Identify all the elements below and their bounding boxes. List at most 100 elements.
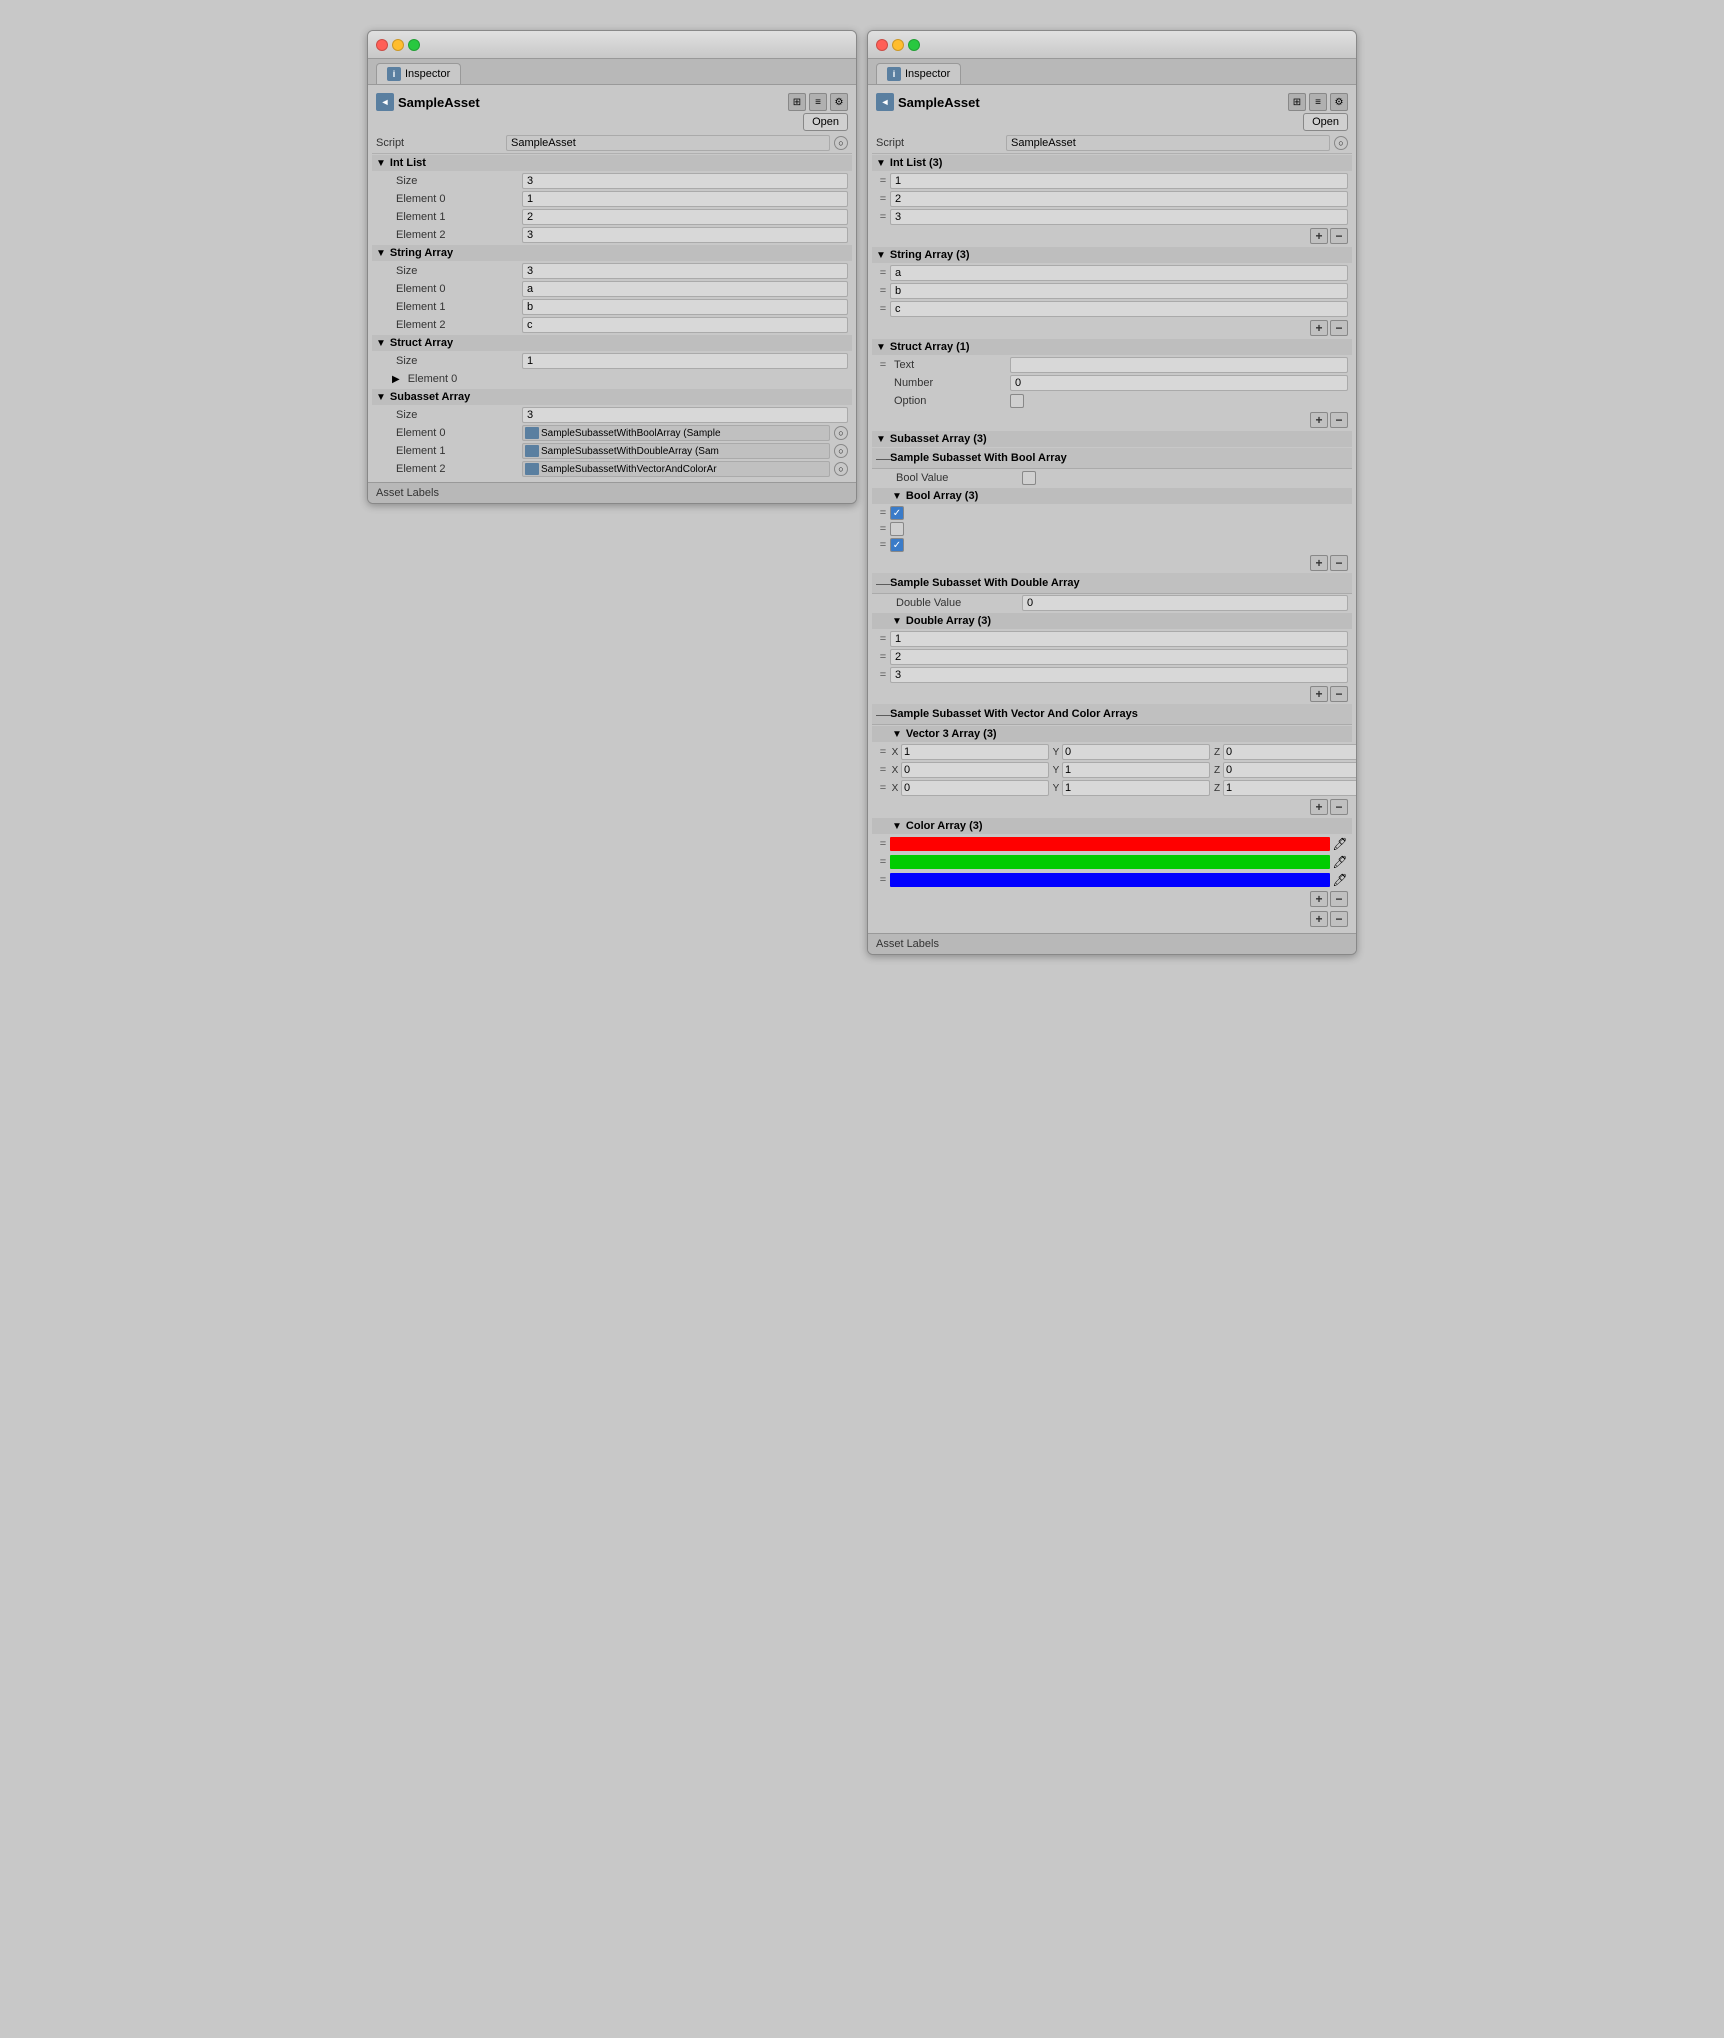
right-minimize-button[interactable] — [892, 39, 904, 51]
left-tab-label: Inspector — [405, 68, 450, 80]
right-bool-minus-btn[interactable]: − — [1330, 555, 1348, 571]
right-struct-text-value[interactable] — [1010, 357, 1348, 373]
right-color1-bar[interactable] — [890, 855, 1330, 869]
right-bool-elem0-checkbox[interactable]: ✓ — [890, 506, 904, 520]
right-double-elem2-value[interactable] — [890, 667, 1348, 683]
right-str-minus-btn[interactable]: − — [1330, 320, 1348, 336]
right-bool-elem1-checkbox[interactable] — [890, 522, 904, 536]
right-maximize-button[interactable] — [908, 39, 920, 51]
right-string-array-header[interactable]: ▼ String Array (3) — [872, 247, 1352, 263]
right-open-button[interactable]: Open — [1303, 113, 1348, 131]
left-maximize-button[interactable] — [408, 39, 420, 51]
right-str-elem0-value[interactable] — [890, 265, 1348, 281]
right-str-plus-btn[interactable]: + — [1310, 320, 1328, 336]
left-subasset-header[interactable]: ▼ Subasset Array — [372, 389, 852, 405]
left-str-elem2-value[interactable] — [522, 317, 848, 333]
right-icon-btn-1[interactable]: ⊞ — [1288, 93, 1306, 111]
right-color0-eyedropper[interactable]: 🖊 — [1332, 836, 1348, 852]
right-vec2-y-input[interactable] — [1062, 780, 1210, 796]
right-double-elem1-value[interactable] — [890, 649, 1348, 665]
right-vec2-x-label: X — [890, 783, 900, 794]
right-double-elem0-value[interactable] — [890, 631, 1348, 647]
right-double-subsection-header[interactable]: — Sample Subasset With Double Array — [872, 573, 1352, 594]
left-int-list-header[interactable]: ▼ Int List — [372, 155, 852, 171]
right-str-elem1-row: = — [872, 282, 1352, 300]
right-color1-eyedropper[interactable]: 🖊 — [1332, 854, 1348, 870]
right-subasset-plus-btn[interactable]: + — [1310, 911, 1328, 927]
right-script-circle[interactable]: ○ — [1334, 136, 1348, 150]
right-int-elem2-value[interactable] — [890, 209, 1348, 225]
left-struct-size-value[interactable] — [522, 353, 848, 369]
right-int-elem0-value[interactable] — [890, 173, 1348, 189]
right-vec0-y-input[interactable] — [1062, 744, 1210, 760]
right-color-plus-btn[interactable]: + — [1310, 891, 1328, 907]
right-double-plus-btn[interactable]: + — [1310, 686, 1328, 702]
right-subasset-header[interactable]: ▼ Subasset Array (3) — [872, 431, 1352, 447]
right-vec2-z-input[interactable] — [1223, 780, 1357, 796]
right-struct-option-checkbox[interactable] — [1010, 394, 1024, 408]
right-subasset-minus-btn[interactable]: − — [1330, 911, 1348, 927]
left-icon-btn-3[interactable]: ⚙ — [830, 93, 848, 111]
right-bool-elem2-checkbox[interactable]: ✓ — [890, 538, 904, 552]
left-icon-btn-1[interactable]: ⊞ — [788, 93, 806, 111]
right-vec2-x-input[interactable] — [901, 780, 1049, 796]
right-color-minus-btn[interactable]: − — [1330, 891, 1348, 907]
right-struct-array-header[interactable]: ▼ Struct Array (1) — [872, 339, 1352, 355]
right-bool-elem0-row: = ✓ — [872, 505, 1352, 521]
right-int-list-header[interactable]: ▼ Int List (3) — [872, 155, 1352, 171]
left-str-elem0-value[interactable] — [522, 281, 848, 297]
right-str-elem1-value[interactable] — [890, 283, 1348, 299]
left-subasset-elem1-label: Element 1 — [392, 445, 522, 457]
right-bool-array-header[interactable]: ▼ Bool Array (3) — [872, 488, 1352, 504]
left-inspector-tab[interactable]: i Inspector — [376, 63, 461, 84]
left-int-elem0-value[interactable] — [522, 191, 848, 207]
right-double-value-input[interactable] — [1022, 595, 1348, 611]
right-color2-bar[interactable] — [890, 873, 1330, 887]
right-bool-subsection-header[interactable]: — Sample Subasset With Bool Array — [872, 448, 1352, 469]
right-vec1-x-input[interactable] — [901, 762, 1049, 778]
right-vec0-x-input[interactable] — [901, 744, 1049, 760]
right-close-button[interactable] — [876, 39, 888, 51]
left-subasset-elem1-circle[interactable]: ○ — [834, 444, 848, 458]
right-struct-minus-btn[interactable]: − — [1330, 412, 1348, 428]
left-str-elem1-value[interactable] — [522, 299, 848, 315]
right-double-array-header[interactable]: ▼ Double Array (3) — [872, 613, 1352, 629]
right-icon-btn-2[interactable]: ≡ — [1309, 93, 1327, 111]
right-struct-number-value[interactable] — [1010, 375, 1348, 391]
left-int-elem2-value[interactable] — [522, 227, 848, 243]
left-script-circle[interactable]: ○ — [834, 136, 848, 150]
right-vector-subsection-header[interactable]: — Sample Subasset With Vector And Color … — [872, 704, 1352, 725]
right-icon-btn-3[interactable]: ⚙ — [1330, 93, 1348, 111]
left-subasset-size-value[interactable] — [522, 407, 848, 423]
left-icon-btn-2[interactable]: ≡ — [809, 93, 827, 111]
left-close-button[interactable] — [376, 39, 388, 51]
right-vec0-z-input[interactable] — [1223, 744, 1357, 760]
right-color0-bar[interactable] — [890, 837, 1330, 851]
right-double-minus-btn[interactable]: − — [1330, 686, 1348, 702]
left-int-elem1-value[interactable] — [522, 209, 848, 225]
right-vector-array-header[interactable]: ▼ Vector 3 Array (3) — [872, 726, 1352, 742]
right-color2-eyedropper[interactable]: 🖊 — [1332, 872, 1348, 888]
right-bool-plus-btn[interactable]: + — [1310, 555, 1328, 571]
left-subasset-elem0-circle[interactable]: ○ — [834, 426, 848, 440]
right-int-minus-btn[interactable]: − — [1330, 228, 1348, 244]
right-vec-plus-btn[interactable]: + — [1310, 799, 1328, 815]
left-int-size-value[interactable] — [522, 173, 848, 189]
right-inspector-tab[interactable]: i Inspector — [876, 63, 961, 84]
left-minimize-button[interactable] — [392, 39, 404, 51]
right-str-elem2-row: = — [872, 300, 1352, 318]
left-subasset-elem2-circle[interactable]: ○ — [834, 462, 848, 476]
left-string-array-header[interactable]: ▼ String Array — [372, 245, 852, 261]
right-str-elem2-value[interactable] — [890, 301, 1348, 317]
right-int-plus-btn[interactable]: + — [1310, 228, 1328, 244]
right-bool-value-checkbox[interactable] — [1022, 471, 1036, 485]
right-struct-plus-btn[interactable]: + — [1310, 412, 1328, 428]
right-vec1-z-input[interactable] — [1223, 762, 1357, 778]
left-open-button[interactable]: Open — [803, 113, 848, 131]
right-int-elem1-value[interactable] — [890, 191, 1348, 207]
right-color-array-header[interactable]: ▼ Color Array (3) — [872, 818, 1352, 834]
left-struct-array-header[interactable]: ▼ Struct Array — [372, 335, 852, 351]
left-str-size-value[interactable] — [522, 263, 848, 279]
right-vec-minus-btn[interactable]: − — [1330, 799, 1348, 815]
right-vec1-y-input[interactable] — [1062, 762, 1210, 778]
